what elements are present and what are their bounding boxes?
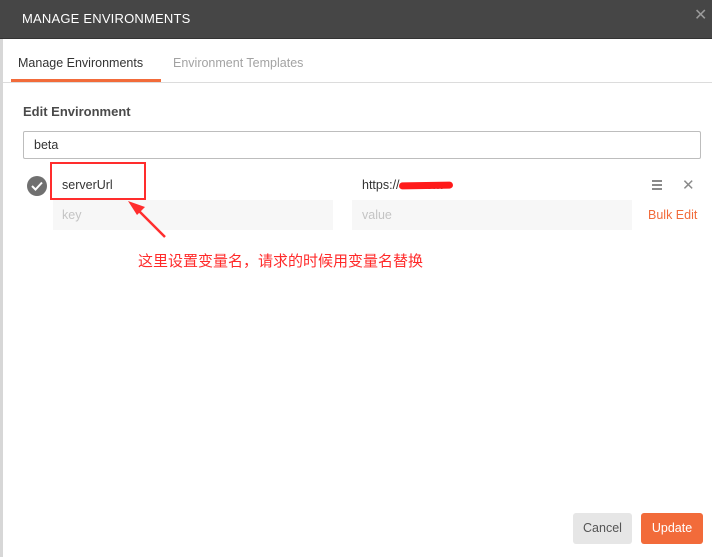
cancel-button[interactable]: Cancel	[573, 513, 632, 544]
annotation-arrow	[128, 201, 166, 238]
annotation-text: 这里设置变量名，请求的时候用变量名替换	[138, 252, 424, 270]
manage-environments-dialog: MANAGE ENVIRONMENTS ✕ Manage Environment…	[0, 0, 712, 557]
update-button[interactable]: Update	[641, 513, 703, 544]
